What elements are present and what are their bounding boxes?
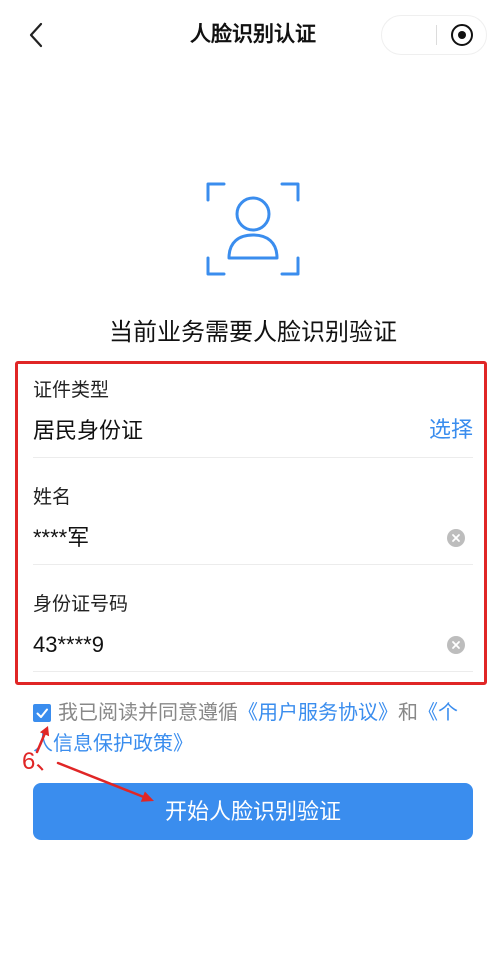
verification-prompt: 当前业务需要人脸识别验证 xyxy=(109,319,397,346)
field-label-name: 姓名 xyxy=(33,487,72,508)
person-head xyxy=(235,196,271,232)
scan-frame-corner-bottom-left xyxy=(206,256,226,276)
id-type-value: 居民身份证 xyxy=(33,418,144,443)
close-miniprogram-button[interactable] xyxy=(437,16,487,54)
target-circle-icon xyxy=(451,24,473,46)
annotation-step-label: 6、 xyxy=(22,748,60,775)
clear-icon[interactable] xyxy=(447,636,465,654)
target-circle-dot xyxy=(458,31,466,39)
checkmark-icon xyxy=(36,708,48,718)
agreement-checkbox[interactable] xyxy=(33,704,51,722)
nav-bar: 人脸识别认证 xyxy=(0,0,495,70)
chevron-left-icon xyxy=(29,22,43,48)
select-id-type-link[interactable]: 选择 xyxy=(429,418,473,442)
field-id-number: 身份证号码 xyxy=(33,565,473,672)
agreement-conjunction: 和 xyxy=(398,702,418,724)
scan-frame-corner-top-right xyxy=(280,182,300,202)
start-face-verification-button[interactable]: 开始人脸识别验证 xyxy=(33,783,473,840)
capsule-menu xyxy=(381,15,487,55)
field-label-id-number: 身份证号码 xyxy=(33,594,129,615)
field-label-id-type: 证件类型 xyxy=(33,380,110,401)
agreement-text: 我已阅读并同意遵循 xyxy=(58,702,238,724)
field-name: 姓名 xyxy=(33,458,473,565)
scan-frame-corner-bottom-right xyxy=(280,256,300,276)
person-shoulders xyxy=(227,233,279,260)
id-number-input[interactable] xyxy=(33,633,413,657)
user-service-agreement-link[interactable]: 《用户服务协议》 xyxy=(238,702,398,724)
face-scan-icon xyxy=(206,182,300,276)
clear-icon[interactable] xyxy=(447,529,465,547)
name-input[interactable] xyxy=(33,526,413,550)
back-button[interactable] xyxy=(20,17,52,53)
capsule-more-button[interactable] xyxy=(382,16,436,54)
page-title: 人脸识别认证 xyxy=(190,23,316,46)
agreement-row: 我已阅读并同意遵循《用户服务协议》和《个人信息保护政策》 xyxy=(33,698,473,760)
scan-frame-corner-top-left xyxy=(206,182,226,202)
identity-form: 证件类型 居民身份证 选择 姓名 身份证号码 xyxy=(33,351,473,672)
field-id-type: 证件类型 居民身份证 选择 xyxy=(33,351,473,458)
